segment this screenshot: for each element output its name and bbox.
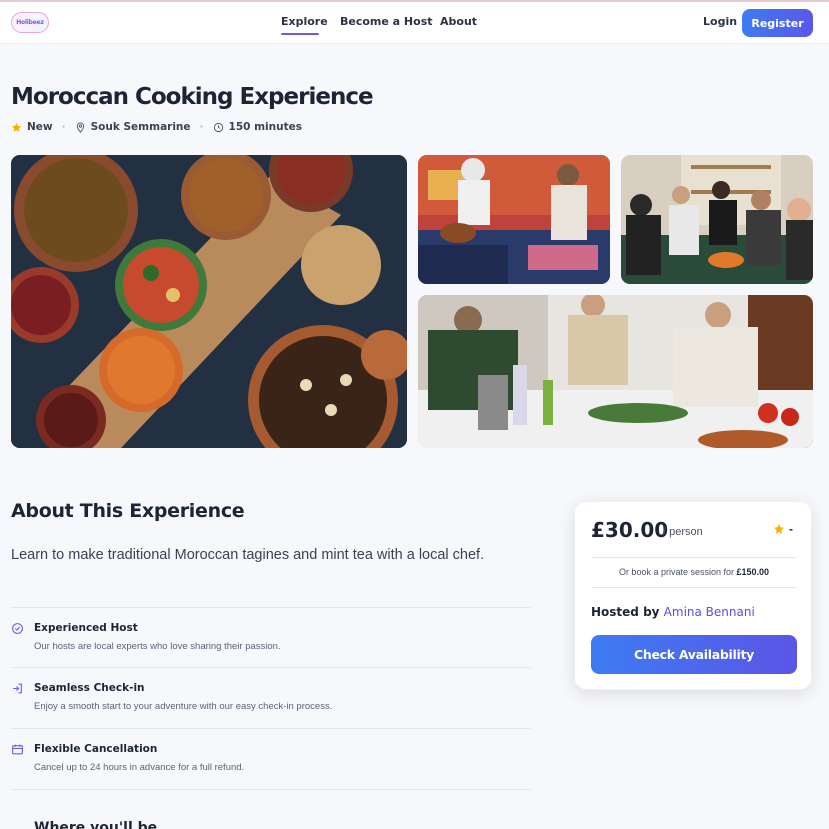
clock-icon <box>213 122 223 132</box>
gallery-image-host[interactable] <box>418 155 610 284</box>
nav-about[interactable]: About <box>440 15 477 28</box>
login-icon <box>13 683 22 694</box>
experience-meta: New · Souk Semmarine · 150 minutes <box>11 120 302 134</box>
private-session-note: Or book a private session for £150.00 <box>575 567 813 577</box>
feature-description: Cancel up to 24 hours in advance for a f… <box>34 762 245 773</box>
separator-dot: · <box>61 121 66 133</box>
nav-active-indicator <box>281 33 319 35</box>
hosted-by: Hosted by Amina Bennani <box>591 605 755 619</box>
hosted-by-label: Hosted by <box>591 605 660 619</box>
about-heading: About This Experience <box>11 500 245 522</box>
cooking-class-host-image <box>418 155 610 284</box>
divider <box>591 557 797 558</box>
price-unit: / person <box>663 526 703 538</box>
login-link[interactable]: Login <box>703 15 737 28</box>
host-name-link[interactable]: Amina Bennani <box>664 605 755 619</box>
rating-value: - <box>789 522 793 536</box>
gallery-image-prep[interactable] <box>418 295 813 448</box>
where-heading: Where you'll be <box>34 820 158 829</box>
feature-description: Enjoy a smooth start to your adventure w… <box>34 701 333 712</box>
duration-label: 150 minutes <box>228 121 302 133</box>
divider <box>591 587 797 588</box>
check-circle-icon <box>12 623 23 634</box>
ingredient-prep-image <box>418 295 813 448</box>
divider <box>11 789 531 790</box>
logo[interactable]: Holibeez <box>11 12 49 33</box>
calendar-icon <box>12 744 23 755</box>
gallery-image-main[interactable] <box>11 155 407 448</box>
star-icon <box>774 524 784 534</box>
page-title: Moroccan Cooking Experience <box>11 84 374 110</box>
feature-description: Our hosts are local experts who love sha… <box>34 641 281 652</box>
rating-label: New <box>27 121 53 133</box>
location-label: Souk Semmarine <box>90 121 191 133</box>
booking-card: £30.00 / person - Or book a private sess… <box>574 501 812 690</box>
nav-become-host[interactable]: Become a Host <box>340 15 433 28</box>
about-description: Learn to make traditional Moroccan tagin… <box>11 547 485 563</box>
feature-title: Experienced Host <box>34 622 138 634</box>
divider <box>11 728 531 729</box>
star-icon <box>11 122 22 132</box>
feature-title: Flexible Cancellation <box>34 743 158 755</box>
top-nav: Holibeez Explore Become a Host About Log… <box>0 2 829 44</box>
nav-explore[interactable]: Explore <box>281 15 328 28</box>
price: £30.00 <box>591 518 669 542</box>
divider <box>11 607 531 608</box>
separator-dot: · <box>199 121 204 133</box>
private-session-price: £150.00 <box>736 567 770 577</box>
logo-text: Holibeez <box>16 19 44 26</box>
group-cooking-image <box>621 155 813 284</box>
divider <box>11 667 531 668</box>
register-button[interactable]: Register <box>742 9 813 37</box>
moroccan-dishes-image <box>11 155 407 448</box>
gallery-image-group[interactable] <box>621 155 813 284</box>
rating: - <box>773 522 793 536</box>
feature-title: Seamless Check-in <box>34 682 145 694</box>
location-pin-icon <box>76 121 84 133</box>
private-session-text: Or book a private session for <box>618 567 734 577</box>
check-availability-button[interactable]: Check Availability <box>591 635 797 674</box>
